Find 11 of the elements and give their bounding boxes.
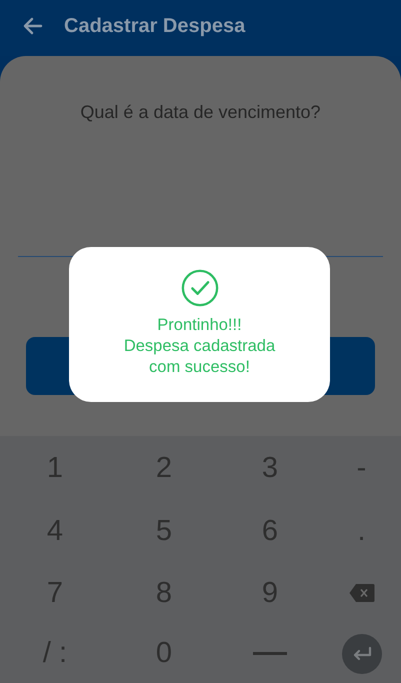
check-circle-icon	[180, 269, 218, 307]
success-message: Prontinho!!! Despesa cadastrada com sucesso!	[124, 315, 276, 378]
enter-icon[interactable]	[342, 634, 382, 674]
keyboard-key[interactable]: / :	[0, 624, 110, 683]
back-arrow-icon[interactable]	[23, 16, 43, 36]
space-icon[interactable]	[253, 652, 287, 656]
question-text: Qual é a data de vencimento?	[79, 102, 322, 123]
backspace-icon[interactable]	[348, 583, 374, 603]
keyboard-key[interactable]: .	[322, 500, 401, 562]
screen-title: Cadastrar Despesa	[64, 14, 246, 38]
keyboard-key[interactable]: -	[322, 436, 401, 500]
